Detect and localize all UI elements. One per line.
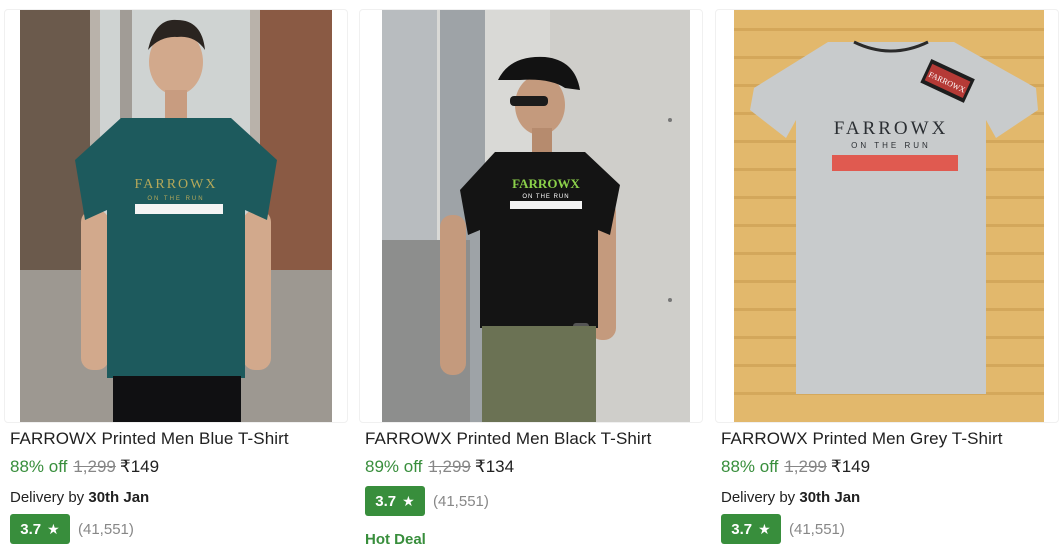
product-photo-grey: FARROWX ON THE RUN FARROWX — [734, 10, 1044, 422]
rating-badge: 3.7 ★ — [721, 514, 781, 544]
rating-count: (41,551) — [433, 492, 489, 510]
product-grid: FARROWX ON THE RUN FARROWX Printed Men B… — [0, 0, 1059, 548]
product-photo-black: FARROWX ON THE RUN — [382, 10, 690, 422]
print-text: FARROWX — [834, 118, 949, 139]
selling-price: ₹134 — [474, 457, 515, 476]
product-photo-blue: FARROWX ON THE RUN — [20, 10, 332, 422]
product-title[interactable]: FARROWX Printed Men Black T-Shirt — [365, 429, 651, 449]
print-text: FARROWX — [512, 176, 580, 191]
delivery-info: Delivery by 30th Jan — [721, 489, 860, 506]
discount-percent: 89% off — [365, 457, 423, 476]
price-row: 88% off 1,299 ₹149 — [10, 457, 159, 477]
rating-badge: 3.7 ★ — [365, 486, 425, 516]
product-image[interactable]: FARROWX ON THE RUN FARROWX — [715, 9, 1059, 423]
price-row: 88% off 1,299 ₹149 — [721, 457, 870, 477]
star-icon: ★ — [402, 493, 415, 509]
rating-count: (41,551) — [78, 520, 134, 538]
rating-row: 3.7 ★ (41,551) — [10, 514, 134, 544]
original-price: 1,299 — [428, 457, 471, 476]
selling-price: ₹149 — [119, 457, 160, 476]
product-card-blue[interactable]: FARROWX ON THE RUN FARROWX Printed Men B… — [0, 0, 352, 548]
product-card-black[interactable]: FARROWX ON THE RUN FARROWX Printed Men B… — [355, 0, 707, 548]
print-subtext: ON THE RUN — [851, 141, 931, 150]
print-text: FARROWX — [135, 177, 218, 192]
rating-value: 3.7 — [375, 492, 397, 510]
discount-percent: 88% off — [721, 457, 779, 476]
selling-price: ₹149 — [830, 457, 871, 476]
product-image[interactable]: FARROWX ON THE RUN — [4, 9, 348, 423]
product-title[interactable]: FARROWX Printed Men Blue T-Shirt — [10, 429, 289, 449]
print-subtext: ON THE RUN — [147, 196, 204, 202]
rating-count: (41,551) — [789, 520, 845, 538]
product-title[interactable]: FARROWX Printed Men Grey T-Shirt — [721, 429, 1003, 449]
product-image[interactable]: FARROWX ON THE RUN — [359, 9, 703, 423]
rating-row: 3.7 ★ (41,551) — [365, 486, 489, 516]
delivery-label: Delivery by — [721, 489, 796, 506]
discount-percent: 88% off — [10, 457, 68, 476]
star-icon: ★ — [758, 521, 771, 537]
original-price: 1,299 — [73, 457, 116, 476]
star-icon: ★ — [47, 521, 60, 537]
rating-value: 3.7 — [731, 520, 753, 538]
original-price: 1,299 — [784, 457, 827, 476]
rating-value: 3.7 — [20, 520, 42, 538]
rating-row: 3.7 ★ (41,551) — [721, 514, 845, 544]
product-card-grey[interactable]: FARROWX ON THE RUN FARROWX FARROWX Print… — [711, 0, 1059, 548]
delivery-label: Delivery by — [10, 489, 85, 506]
delivery-info: Delivery by 30th Jan — [10, 489, 149, 506]
rating-badge: 3.7 ★ — [10, 514, 70, 544]
delivery-date: 30th Jan — [88, 489, 150, 506]
hot-deal-tag: Hot Deal — [365, 531, 426, 548]
price-row: 89% off 1,299 ₹134 — [365, 457, 514, 477]
print-subtext: ON THE RUN — [522, 194, 569, 200]
delivery-date: 30th Jan — [799, 489, 861, 506]
